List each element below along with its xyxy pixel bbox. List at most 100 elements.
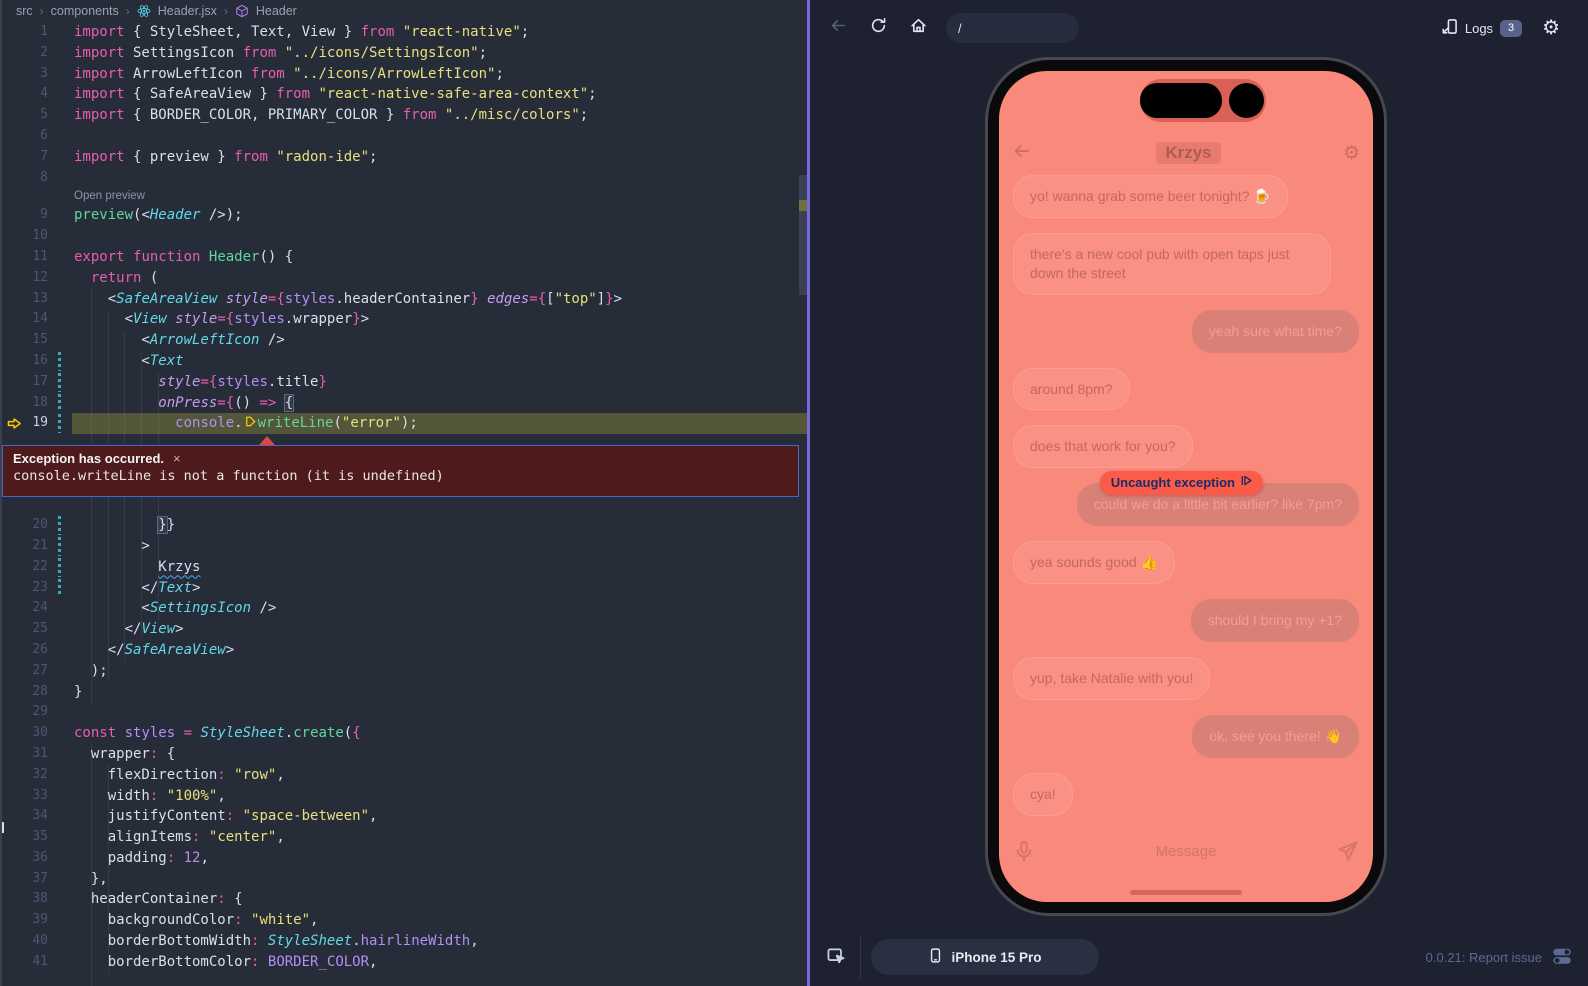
code-line[interactable]: 4import { SafeAreaView } from "react-nat… xyxy=(2,84,809,105)
code-line[interactable]: 21 > xyxy=(2,536,809,557)
code-line[interactable]: 7import { preview } from "radon-ide"; xyxy=(2,147,809,168)
code-line[interactable]: 38 headerContainer: { xyxy=(2,889,809,910)
exception-message: console.writeLine is not a function (it … xyxy=(3,467,798,485)
send-icon[interactable] xyxy=(1337,840,1359,862)
code-line[interactable]: 31 wrapper: { xyxy=(2,744,809,765)
footer-divider xyxy=(860,935,861,979)
code-line[interactable]: 41 borderBottomColor: BORDER_COLOR, xyxy=(2,952,809,973)
breadcrumb[interactable]: src›components›Header.jsx›Header xyxy=(2,0,809,22)
url-bar[interactable]: / xyxy=(946,13,1079,43)
codelens-open-preview[interactable]: Open preview xyxy=(2,188,809,205)
code-line[interactable]: 22 Krzys xyxy=(2,557,809,578)
device-name: iPhone 15 Pro xyxy=(951,950,1041,965)
inline-breakpoint-icon[interactable] xyxy=(243,414,258,427)
code-line[interactable]: 24 <SettingsIcon /> xyxy=(2,598,809,619)
back-button[interactable] xyxy=(822,12,854,44)
code-line[interactable]: 23 </Text> xyxy=(2,578,809,599)
chat-bubble-left[interactable]: around 8pm? xyxy=(1013,368,1130,411)
line-number: 29 xyxy=(2,702,48,723)
chat-bubble-left[interactable]: cya! xyxy=(1013,773,1073,816)
code-line[interactable]: 11export function Header() { xyxy=(2,247,809,268)
code-area[interactable]: 1import { StyleSheet, Text, View } from … xyxy=(2,22,809,986)
code-line[interactable]: 16 <Text xyxy=(2,351,809,372)
code-line[interactable]: 5import { BORDER_COLOR, PRIMARY_COLOR } … xyxy=(2,105,809,126)
code-line[interactable]: 27 ); xyxy=(2,661,809,682)
camera-dot xyxy=(1229,83,1264,118)
breadcrumb-item[interactable]: src xyxy=(16,4,33,18)
code-line[interactable]: 40 borderBottomWidth: StyleSheet.hairlin… xyxy=(2,931,809,952)
code-line[interactable]: 32 flexDirection: "row", xyxy=(2,765,809,786)
preview-footer: iPhone 15 Pro 0.0.21: Report issue xyxy=(810,928,1588,986)
breadcrumb-item[interactable]: Header.jsx xyxy=(158,4,217,18)
chat-bubble-left[interactable]: yup, take Natalie with you! xyxy=(1013,657,1210,700)
device-settings-icon[interactable] xyxy=(1552,946,1574,968)
resume-debug-icon xyxy=(1240,474,1253,492)
code-line[interactable]: 30const styles = StyleSheet.create({ xyxy=(2,723,809,744)
uncaught-exception-badge[interactable]: Uncaught exception xyxy=(1100,471,1263,495)
chat-bubble-left[interactable]: does that work for you? xyxy=(1013,425,1193,468)
chat-bubble-right[interactable]: could we do a little bit earlier? like 7… xyxy=(1077,483,1359,526)
chat-bubble-left[interactable]: yea sounds good 👍 xyxy=(1013,541,1175,584)
reload-button[interactable] xyxy=(862,12,894,44)
message-input[interactable]: Message xyxy=(1035,843,1337,860)
code-line[interactable]: 12 return ( xyxy=(2,268,809,289)
code-line[interactable]: 28} xyxy=(2,682,809,703)
code-line[interactable]: 2import SettingsIcon from "../icons/Sett… xyxy=(2,43,809,64)
chat-bubble-right[interactable]: ok, see you there! 👋 xyxy=(1192,715,1359,758)
code-line[interactable]: 3import ArrowLeftIcon from "../icons/Arr… xyxy=(2,64,809,85)
code-line[interactable]: 39 backgroundColor: "white", xyxy=(2,910,809,931)
phone-icon xyxy=(928,948,943,966)
code-line[interactable]: 15 <ArrowLeftIcon /> xyxy=(2,330,809,351)
logs-button[interactable]: Logs 3 xyxy=(1441,18,1522,38)
message-list: yo! wanna grab some beer tonight? 🍺 there… xyxy=(1013,175,1359,816)
breadcrumb-item[interactable]: components xyxy=(51,4,119,18)
code-line[interactable]: 18 onPress={() => { xyxy=(2,393,809,414)
editor-pane: src›components›Header.jsx›Header 1import… xyxy=(0,0,809,986)
code-line[interactable]: 1import { StyleSheet, Text, View } from … xyxy=(2,22,809,43)
code-line[interactable]: 36 padding: 12, xyxy=(2,848,809,869)
code-line[interactable]: 8 xyxy=(2,168,809,189)
settings-gear-icon[interactable]: ⚙ xyxy=(1542,18,1560,38)
arrow-left-icon xyxy=(830,17,847,39)
exception-pointer xyxy=(259,436,275,445)
code-line[interactable]: 29 xyxy=(2,702,809,723)
code-line[interactable]: 13 <SafeAreaView style={styles.headerCon… xyxy=(2,289,809,310)
code-line[interactable]: 37 }, xyxy=(2,869,809,890)
code-line[interactable]: 9preview(<Header />); xyxy=(2,205,809,226)
code-line[interactable]: 33 width: "100%", xyxy=(2,786,809,807)
report-issue-link[interactable]: 0.0.21: Report issue xyxy=(1426,950,1542,965)
code-line[interactable]: 34 justifyContent: "space-between", xyxy=(2,806,809,827)
microphone-icon[interactable] xyxy=(1013,840,1035,862)
message-input-row: Message xyxy=(1013,833,1359,869)
code-line[interactable]: 26 </SafeAreaView> xyxy=(2,640,809,661)
url-text: / xyxy=(958,21,962,36)
chat-bubble-right[interactable]: should I bring my +1? xyxy=(1191,599,1359,642)
code-line[interactable]: 14 <View style={styles.wrapper}> xyxy=(2,309,809,330)
chat-bubble-right[interactable]: yeah sure what time? xyxy=(1192,310,1359,353)
code-line[interactable]: 35 alignItems: "center", xyxy=(2,827,809,848)
code-line[interactable]: 6 xyxy=(2,126,809,147)
app-title[interactable]: Krzys xyxy=(1156,142,1220,164)
device-screen[interactable]: Krzys ⚙ yo! wanna grab some beer tonight… xyxy=(999,71,1373,902)
chat-bubble-left[interactable]: yo! wanna grab some beer tonight? 🍺 xyxy=(1013,175,1288,218)
code-lines: 1import { StyleSheet, Text, View } from … xyxy=(2,22,809,973)
breadcrumb-item[interactable]: Header xyxy=(256,4,297,18)
react-icon xyxy=(137,4,151,18)
code-line[interactable]: 20 }} xyxy=(2,515,809,536)
inspect-element-button[interactable] xyxy=(824,944,850,970)
code-line[interactable]: 10 xyxy=(2,226,809,247)
home-button[interactable] xyxy=(902,12,934,44)
chat-bubble-left[interactable]: there's a new cool pub with open taps ju… xyxy=(1013,233,1331,295)
line-number: 8 xyxy=(2,168,48,189)
home-indicator xyxy=(1130,890,1242,895)
preview-toolbar: / Logs 3 ⚙ xyxy=(810,0,1588,56)
debug-current-line-icon xyxy=(7,416,22,431)
app-settings-gear-icon[interactable]: ⚙ xyxy=(1343,144,1360,163)
device-select-button[interactable]: iPhone 15 Pro xyxy=(871,939,1099,975)
code-line[interactable]: 17 style={styles.title} xyxy=(2,372,809,393)
code-line[interactable]: 25 </View> xyxy=(2,619,809,640)
code-line[interactable]: 19 console.writeLine("error"); xyxy=(2,413,809,434)
exception-close-icon[interactable]: × xyxy=(173,451,181,466)
app-back-icon[interactable] xyxy=(1012,142,1034,165)
toggles-icon xyxy=(1552,953,1572,970)
